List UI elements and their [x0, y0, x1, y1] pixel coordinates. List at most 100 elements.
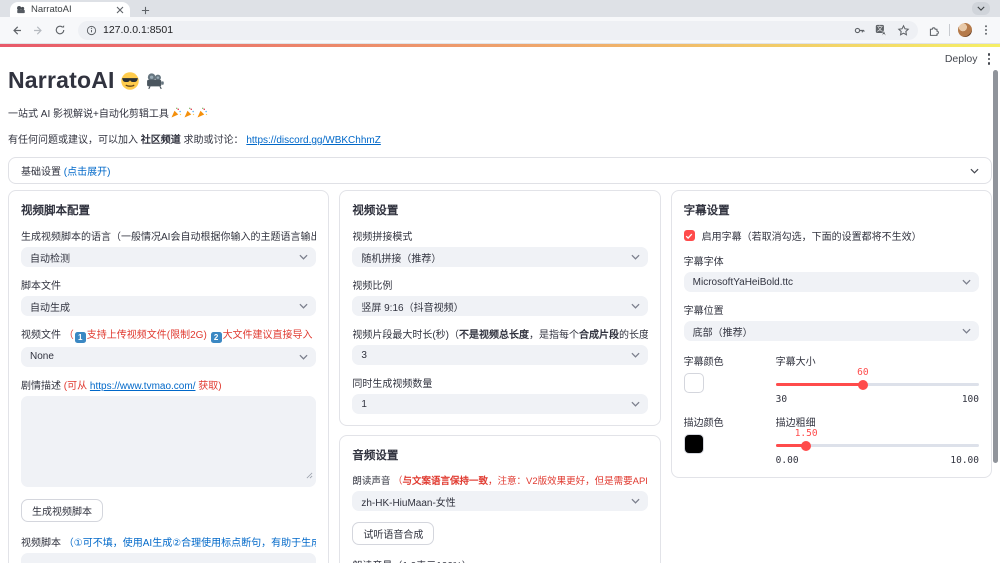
- sunglasses-emoji: [120, 71, 140, 91]
- concat-mode-label: 视频拼接模式: [352, 232, 413, 243]
- chevron-down-icon: [299, 303, 308, 309]
- tab-title: NarratoAI: [31, 4, 72, 15]
- voice-select[interactable]: zh-HK-HiuMaan-女性: [352, 491, 648, 511]
- video-file-select[interactable]: None: [21, 346, 317, 367]
- enable-subtitle-checkbox[interactable]: [683, 230, 695, 241]
- enable-subtitle-label: 启用字幕（若取消勾选，下面的设置都将不生效）: [701, 232, 922, 243]
- script-config-card: 视频脚本配置 生成视频脚本的语言（一般情况AI会自动根据你输入的主题语言输出） …: [8, 190, 330, 563]
- generate-script-button[interactable]: 生成视频脚本: [21, 498, 103, 522]
- stroke-color-label: 描边颜色: [683, 418, 724, 429]
- browser-menu-icon[interactable]: [980, 24, 992, 36]
- site-info-icon[interactable]: [86, 25, 97, 36]
- tab-close-icon[interactable]: [116, 6, 124, 14]
- script-language-select[interactable]: 自动检测: [21, 247, 317, 267]
- slider-thumb[interactable]: [801, 440, 812, 451]
- resize-grip-icon[interactable]: [306, 466, 313, 484]
- video-settings-header: 视频设置: [352, 205, 399, 217]
- narratoai-app: Deploy NarratoAI 一站式 AI 影视解说+自动化剪辑工具 有任何…: [0, 44, 1000, 563]
- subtitle-font-select[interactable]: MicrosoftYaHeiBold.ttc: [683, 272, 979, 292]
- tab-search-chevron-icon[interactable]: [972, 2, 990, 15]
- video-count-select[interactable]: 1: [352, 394, 648, 414]
- clip-duration-label: 视频片段最大时长(秒)（不是视频总长度，是指每个合成片段的长度）: [352, 330, 648, 341]
- voice-label: 朗读声音 （与文案语言保持一致，注意：V2版效果更好，但是需要API KEY）: [352, 476, 648, 487]
- chevron-down-icon: [962, 279, 971, 285]
- password-key-icon[interactable]: [853, 24, 866, 37]
- video-script-textarea[interactable]: [21, 552, 317, 563]
- browser-tab[interactable]: NarratoAI: [10, 2, 130, 17]
- subtitle-position-label: 字幕位置: [683, 306, 724, 317]
- chevron-down-icon: [962, 328, 971, 334]
- subtitle-font-label: 字幕字体: [683, 257, 724, 268]
- slider-max-label: 10.00: [950, 455, 979, 466]
- plot-description-textarea[interactable]: [21, 395, 317, 487]
- video-file-label: 视频文件 （1支持上传视频文件(限制2G) 2大文件建议直接导入 ./resou…: [21, 330, 316, 343]
- concat-mode-select[interactable]: 随机拼接（推荐）: [352, 247, 648, 267]
- slider-max-label: 100: [961, 394, 979, 405]
- audio-settings-header: 音频设置: [352, 450, 399, 462]
- stroke-color-picker[interactable]: [683, 434, 704, 454]
- party-emoji: [170, 107, 182, 119]
- reload-icon[interactable]: [52, 22, 68, 38]
- community-line: 有任何问题或建议，可以加入 社区频道 求助或讨论： https://discor…: [8, 135, 381, 146]
- page-title: NarratoAI: [0, 47, 1000, 94]
- browser-toolbar: 127.0.0.1:8501 文: [0, 17, 1000, 44]
- script-config-header: 视频脚本配置: [21, 205, 90, 217]
- app-menu-icon[interactable]: [987, 53, 990, 65]
- profile-avatar[interactable]: [958, 23, 972, 37]
- slider-min-label: 30: [775, 394, 788, 405]
- browser-tab-strip: NarratoAI: [0, 0, 1000, 17]
- aspect-ratio-select[interactable]: 竖屏 9:16（抖音视频）: [352, 296, 648, 316]
- script-language-label: 生成视频脚本的语言（一般情况AI会自动根据你输入的主题语言输出）: [21, 232, 317, 243]
- forward-icon[interactable]: [30, 22, 46, 38]
- expander-label: 基础设置 (点击展开): [21, 167, 111, 178]
- script-file-label: 脚本文件: [21, 281, 61, 292]
- back-icon[interactable]: [8, 22, 24, 38]
- stroke-width-slider[interactable]: 1.50: [775, 428, 979, 453]
- tts-preview-button[interactable]: 试听语音合成: [352, 522, 435, 545]
- url-text[interactable]: 127.0.0.1:8501: [103, 24, 847, 36]
- subtitle-color-picker[interactable]: [683, 373, 704, 393]
- subtitle-size-label: 字幕大小: [775, 357, 816, 368]
- slider-min-label: 0.00: [775, 455, 799, 466]
- chevron-down-icon: [631, 498, 640, 504]
- toolbar-divider: [949, 24, 950, 36]
- chevron-down-icon: [631, 401, 640, 407]
- new-tab-button[interactable]: [138, 3, 152, 17]
- chevron-down-icon: [299, 254, 308, 260]
- chevron-down-icon: [631, 352, 640, 358]
- chevron-down-icon: [299, 354, 308, 360]
- extensions-icon[interactable]: [928, 24, 941, 37]
- address-bar[interactable]: 127.0.0.1:8501 文: [78, 20, 918, 40]
- subtitle-color-label: 字幕颜色: [683, 357, 724, 368]
- video-count-label: 同时生成视频数量: [352, 379, 433, 390]
- subtitle-size-slider[interactable]: 60: [775, 367, 979, 392]
- subtitle-settings-card: 字幕设置 启用字幕（若取消勾选，下面的设置都将不生效） 字幕字体 Microso…: [670, 190, 992, 478]
- party-emoji: [196, 107, 208, 119]
- clip-duration-select[interactable]: 3: [352, 345, 648, 365]
- deploy-button[interactable]: Deploy: [945, 53, 978, 65]
- slider-thumb[interactable]: [857, 379, 868, 390]
- chevron-down-icon: [631, 254, 640, 260]
- enable-subtitle-row[interactable]: 启用字幕（若取消勾选，下面的设置都将不生效）: [683, 228, 979, 243]
- video-script-label: 视频脚本 （①可不填，使用AI生成②合理使用标点断句，有助于生成字幕）: [21, 537, 317, 549]
- audio-settings-card: 音频设置 朗读声音 （与文案语言保持一致，注意：V2版效果更好，但是需要API …: [339, 435, 661, 563]
- basic-settings-expander[interactable]: 基础设置 (点击展开): [8, 157, 992, 184]
- stroke-width-label: 描边粗细: [775, 418, 816, 429]
- narratoai-favicon: [16, 5, 26, 15]
- subtitle-settings-header: 字幕设置: [683, 205, 730, 217]
- party-emoji: [183, 107, 195, 119]
- translate-icon[interactable]: 文: [875, 24, 888, 37]
- chevron-down-icon: [970, 168, 979, 174]
- app-subtitle: 一站式 AI 影视解说+自动化剪辑工具: [0, 94, 1000, 120]
- video-settings-card: 视频设置 视频拼接模式 随机拼接（推荐） 视频比例 竖屏 9:16（抖音视频） …: [339, 190, 661, 426]
- page-scrollbar[interactable]: [993, 70, 998, 463]
- plot-description-label: 剧情描述 (可从 https://www.tvmao.com/ 获取): [21, 380, 222, 392]
- bookmark-star-icon[interactable]: [897, 24, 910, 37]
- svg-text:文: 文: [877, 25, 883, 33]
- projector-emoji: [145, 71, 165, 91]
- subtitle-position-select[interactable]: 底部（推荐）: [683, 321, 979, 341]
- script-file-select[interactable]: 自动生成: [21, 296, 317, 316]
- chevron-down-icon: [631, 303, 640, 309]
- aspect-ratio-label: 视频比例: [352, 281, 393, 292]
- volume-label: 朗读音量（1.0表示100%）: [352, 557, 647, 563]
